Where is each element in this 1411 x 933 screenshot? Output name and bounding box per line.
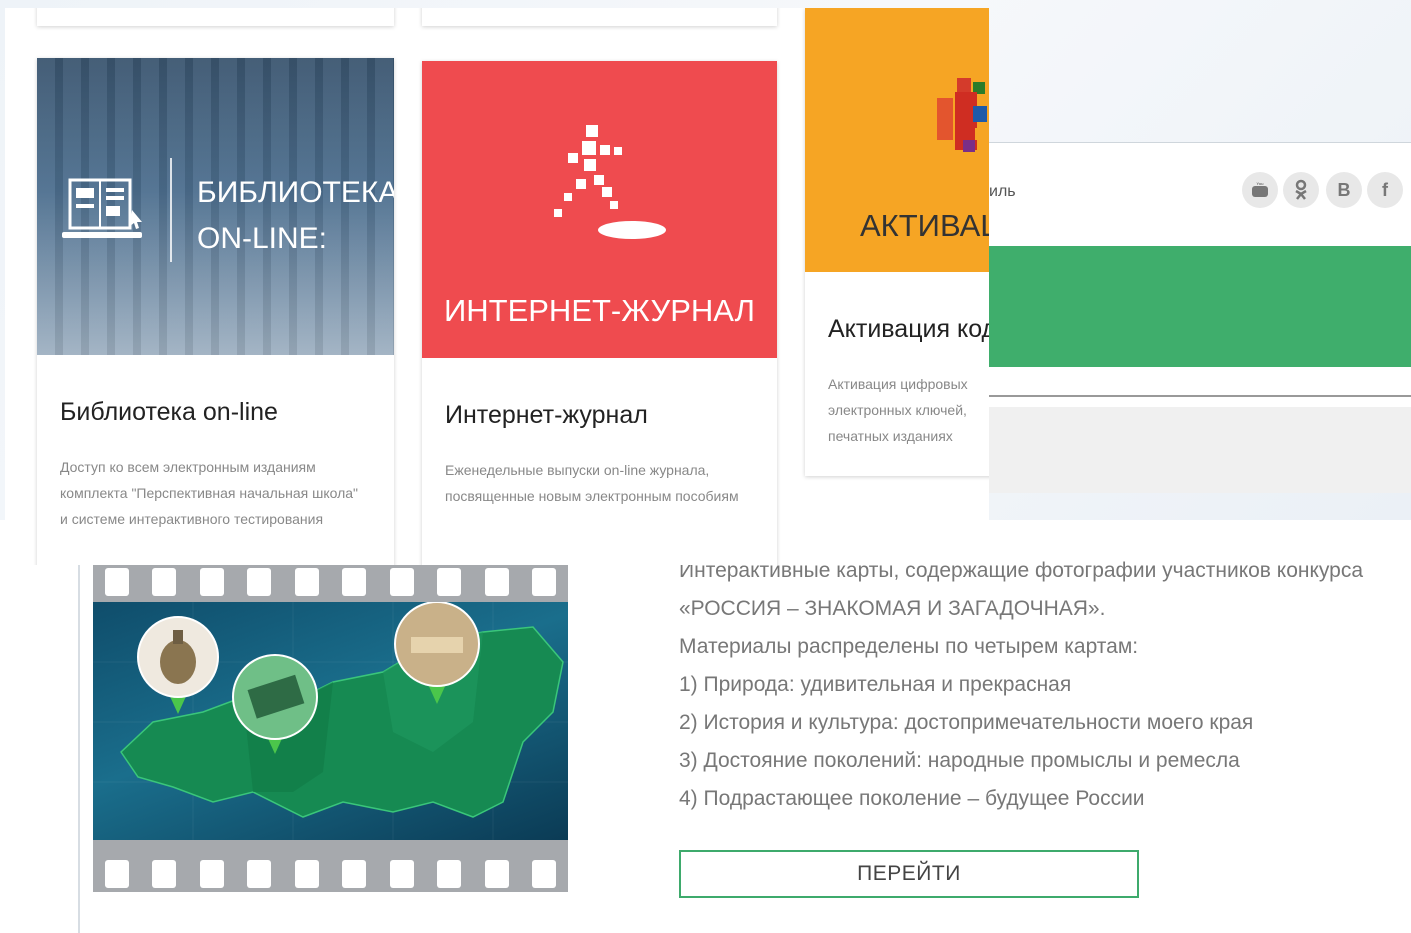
russia-map-image bbox=[93, 601, 568, 840]
youtube-icon[interactable]: You bbox=[1242, 172, 1278, 208]
pixel-blocks-icon bbox=[935, 78, 989, 167]
partial-menu-text[interactable]: иль bbox=[989, 183, 1016, 201]
activation-desc-line: Активация цифровых bbox=[828, 376, 968, 392]
journal-brand: ИНТЕРНЕТ-ЖУРНАЛ bbox=[443, 293, 756, 328]
card-stub-previous-row bbox=[422, 8, 777, 26]
activation-desc-line: электронных ключей, bbox=[828, 402, 967, 418]
activation-card-title[interactable]: Активация код bbox=[828, 315, 989, 344]
description-line: Материалы распределены по четырем картам… bbox=[679, 635, 1139, 658]
activation-card[interactable]: АКТИВАЦ Активация код Активация цифровых… bbox=[805, 8, 989, 476]
side-window: иль You B f bbox=[989, 142, 1411, 493]
library-banner: БИБЛИОТЕКА ON-LINE: bbox=[37, 58, 394, 355]
green-banner bbox=[989, 246, 1411, 367]
vk-icon[interactable]: B bbox=[1326, 172, 1362, 208]
interactive-map-section: Интерактивные карты, содержащие фотограф… bbox=[0, 520, 1411, 933]
running-figure-icon bbox=[552, 123, 667, 247]
library-card[interactable]: БИБЛИОТЕКА ON-LINE: Библиотека on-line Д… bbox=[37, 58, 394, 565]
film-perforations-top bbox=[93, 564, 568, 600]
library-brand-line1: БИБЛИОТЕКА bbox=[197, 176, 394, 209]
journal-banner: ИНТЕРНЕТ-ЖУРНАЛ bbox=[422, 61, 777, 358]
map-list-item: 4) Подрастающее поколение – будущее Росс… bbox=[679, 787, 1145, 810]
divider-line bbox=[989, 395, 1411, 397]
journal-card[interactable]: ИНТЕРНЕТ-ЖУРНАЛ Интернет-журнал Еженедел… bbox=[422, 61, 777, 565]
library-card-description: Доступ ко всем электронным изданиям комп… bbox=[60, 459, 359, 527]
svg-text:You: You bbox=[1256, 182, 1264, 186]
ebook-reader-icon bbox=[62, 176, 152, 252]
activation-card-description: Активация цифровых электронных ключей, п… bbox=[828, 371, 989, 449]
card-stub-previous-row bbox=[37, 8, 394, 26]
map-list-item: 1) Природа: удивительная и прекрасная bbox=[679, 673, 1072, 696]
map-thumbnail[interactable] bbox=[93, 564, 568, 892]
facebook-icon[interactable]: f bbox=[1367, 172, 1403, 208]
journal-card-title[interactable]: Интернет-журнал bbox=[445, 401, 648, 430]
cards-panel: БИБЛИОТЕКА ON-LINE: Библиотека on-line Д… bbox=[5, 8, 989, 565]
library-brand: БИБЛИОТЕКА ON-LINE: bbox=[197, 170, 394, 262]
map-list-item: 2) История и культура: достопримечательн… bbox=[679, 711, 1254, 734]
library-brand-line2: ON-LINE: bbox=[197, 222, 328, 255]
library-card-title[interactable]: Библиотека on-line bbox=[60, 398, 278, 427]
activation-banner: АКТИВАЦ bbox=[805, 8, 989, 272]
description-line: «РОССИЯ – ЗНАКОМАЯ И ЗАГАДОЧНАЯ». bbox=[679, 597, 1106, 620]
journal-card-description: Еженедельные выпуски on-line журнала, по… bbox=[445, 462, 739, 504]
map-list-item: 3) Достояние поколений: народные промысл… bbox=[679, 749, 1240, 772]
section-divider bbox=[78, 520, 80, 933]
grey-panel bbox=[989, 407, 1411, 493]
film-perforations-bottom bbox=[93, 856, 568, 892]
odnoklassniki-icon[interactable] bbox=[1283, 172, 1319, 208]
activation-brand: АКТИВАЦ bbox=[860, 208, 989, 243]
activation-desc-line: печатных изданиях bbox=[828, 428, 953, 444]
map-description: Интерактивные карты, содержащие фотограф… bbox=[679, 552, 1399, 818]
photo-pin-samovar bbox=[137, 616, 219, 714]
banner-divider bbox=[170, 158, 172, 262]
go-button[interactable]: ПЕРЕЙТИ bbox=[679, 850, 1139, 898]
